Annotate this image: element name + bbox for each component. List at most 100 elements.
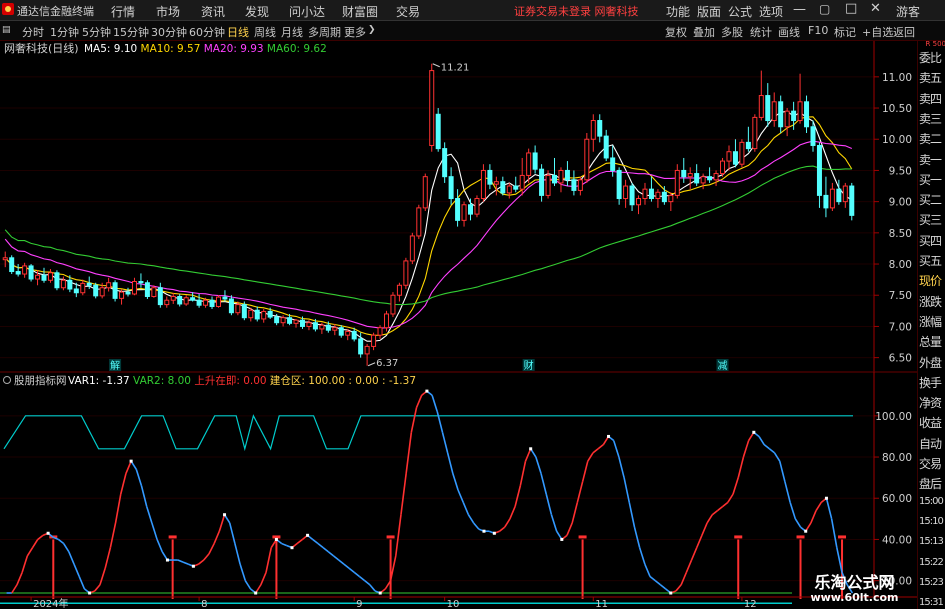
menu-formula[interactable]: 公式 xyxy=(728,3,752,20)
event-marker[interactable]: 解 xyxy=(110,359,120,372)
oscillator-pivot xyxy=(165,558,169,562)
minimize-icon[interactable]: — xyxy=(793,2,806,17)
side-label-17: 净资 xyxy=(919,396,942,411)
candle-body xyxy=(2,257,8,261)
btn-multi-stock[interactable]: 多股 xyxy=(721,24,743,40)
maximize-icon[interactable]: □ xyxy=(845,1,857,16)
oscillator-segment xyxy=(830,518,838,548)
side-label-10: 买五 xyxy=(919,254,942,268)
btn-add-watch[interactable]: +自选 xyxy=(862,24,893,40)
price-y-axis: 6.50 7.00 7.50 8.00 8.50 9.00 9.50 10.00 10.50 11… xyxy=(873,41,912,372)
btn-draw[interactable]: 画线 xyxy=(778,24,800,40)
candle-body xyxy=(732,151,738,165)
candle-body xyxy=(674,169,680,196)
candle-body xyxy=(597,120,603,137)
btn-stats[interactable]: 统计 xyxy=(750,24,772,40)
period-daily[interactable]: 日线 xyxy=(227,24,249,40)
oscillator-segment xyxy=(73,563,80,577)
restore-icon[interactable]: ▢ xyxy=(819,2,830,16)
x-tick-label: 11 xyxy=(595,599,608,609)
oscillator-pivot xyxy=(529,447,533,451)
menu-news[interactable]: 资讯 xyxy=(201,3,225,20)
period-monthly[interactable]: 月线 xyxy=(281,24,303,40)
side-label-14: 总量 xyxy=(919,335,942,350)
period-intraday[interactable]: 分时 xyxy=(22,24,44,40)
period-15min[interactable]: 15分钟 xyxy=(113,24,149,40)
menu-discover[interactable]: 发现 xyxy=(245,3,269,20)
oscillator-pivot xyxy=(425,389,429,393)
oscillator-segment xyxy=(524,448,532,462)
menu-options[interactable]: 选项 xyxy=(759,3,783,20)
login-notice[interactable]: 证券交易未登录 网奢科技 xyxy=(514,3,639,19)
period-60min[interactable]: 60分钟 xyxy=(189,24,225,40)
toolbar-menu-icon[interactable]: ▤ xyxy=(2,25,11,35)
oscillator-segment xyxy=(654,580,661,586)
oscillator-segment xyxy=(296,538,303,545)
candle-body xyxy=(765,95,771,122)
period-30min[interactable]: 30分钟 xyxy=(151,24,187,40)
oscillator-segment xyxy=(104,547,112,569)
event-marker[interactable]: 减 xyxy=(718,360,728,372)
guest-user[interactable]: 游客 xyxy=(896,3,920,20)
close-icon[interactable]: ✕ xyxy=(870,1,881,16)
candle-body xyxy=(493,181,499,185)
oscillator-segment xyxy=(758,436,765,446)
candle-body xyxy=(771,101,777,122)
charts-area[interactable]: 6.50 7.00 7.50 8.00 8.50 9.00 9.50 10.00 10.50 11… xyxy=(0,41,917,609)
candle-body xyxy=(371,334,377,347)
oscillator-segment xyxy=(581,460,589,482)
period-1min[interactable]: 1分钟 xyxy=(50,24,79,40)
menu-function[interactable]: 功能 xyxy=(666,3,690,20)
price-tick-label: 6.50 xyxy=(889,353,912,365)
btn-adjust[interactable]: 复权 xyxy=(665,24,687,40)
candle-body xyxy=(455,198,461,221)
period-more[interactable]: 更多 xyxy=(344,24,366,40)
price-tick-label: 8.00 xyxy=(889,259,912,271)
menu-wealth[interactable]: 财富圈 xyxy=(342,3,378,20)
annotation-label: 11.21 xyxy=(441,63,470,74)
candle-body xyxy=(687,173,693,178)
candle-body xyxy=(235,304,241,314)
menu-trade[interactable]: 交易 xyxy=(396,3,420,20)
btn-mark[interactable]: 标记 xyxy=(834,24,856,40)
oscillator-segment xyxy=(592,448,599,454)
oscillator-segment xyxy=(778,460,786,482)
menu-quotes[interactable]: 行情 xyxy=(111,3,135,20)
indicator-settings-icon[interactable] xyxy=(3,376,11,384)
period-multi[interactable]: 多周期 xyxy=(308,24,341,40)
candle-body xyxy=(552,174,558,184)
candle-body xyxy=(99,287,105,297)
period-weekly[interactable]: 周线 xyxy=(254,24,276,40)
oscillator-segment xyxy=(675,584,682,592)
oscillator-segment xyxy=(737,456,745,478)
side-label-19: 自动 xyxy=(919,436,942,451)
oscillator-segment xyxy=(78,576,86,590)
event-marker[interactable]: 财 xyxy=(524,359,534,372)
btn-overlay[interactable]: 叠加 xyxy=(693,24,715,40)
oscillator-segment xyxy=(535,456,542,474)
more-chevron-icon[interactable]: ❯ xyxy=(368,25,376,35)
candle-body xyxy=(784,110,790,128)
menu-ask[interactable]: 问小达 xyxy=(289,3,325,20)
btn-back[interactable]: 返回 xyxy=(893,24,915,40)
oscillator-segment xyxy=(281,542,288,547)
indicator-tick-label: 40.00 xyxy=(882,534,912,546)
period-5min[interactable]: 5分钟 xyxy=(82,24,111,40)
candle-body xyxy=(170,295,176,301)
oscillator-segment xyxy=(742,440,750,458)
moving-averages xyxy=(4,110,853,342)
candle-body xyxy=(358,338,364,355)
menu-market[interactable]: 市场 xyxy=(156,3,180,20)
menu-layout[interactable]: 版面 xyxy=(697,3,721,20)
candle-body xyxy=(228,298,234,314)
candle-body xyxy=(758,95,764,118)
btn-f10[interactable]: F10 xyxy=(808,24,828,37)
oscillator-segment xyxy=(198,559,205,565)
oscillator-segment xyxy=(68,551,75,565)
side-label-15: 外盘 xyxy=(919,355,942,370)
buy-signal-cap xyxy=(838,535,847,539)
candle-body xyxy=(177,295,183,305)
oscillator-segment xyxy=(576,481,584,503)
app-title: 通达信金融终端 xyxy=(17,5,94,18)
candle-body xyxy=(151,287,157,297)
